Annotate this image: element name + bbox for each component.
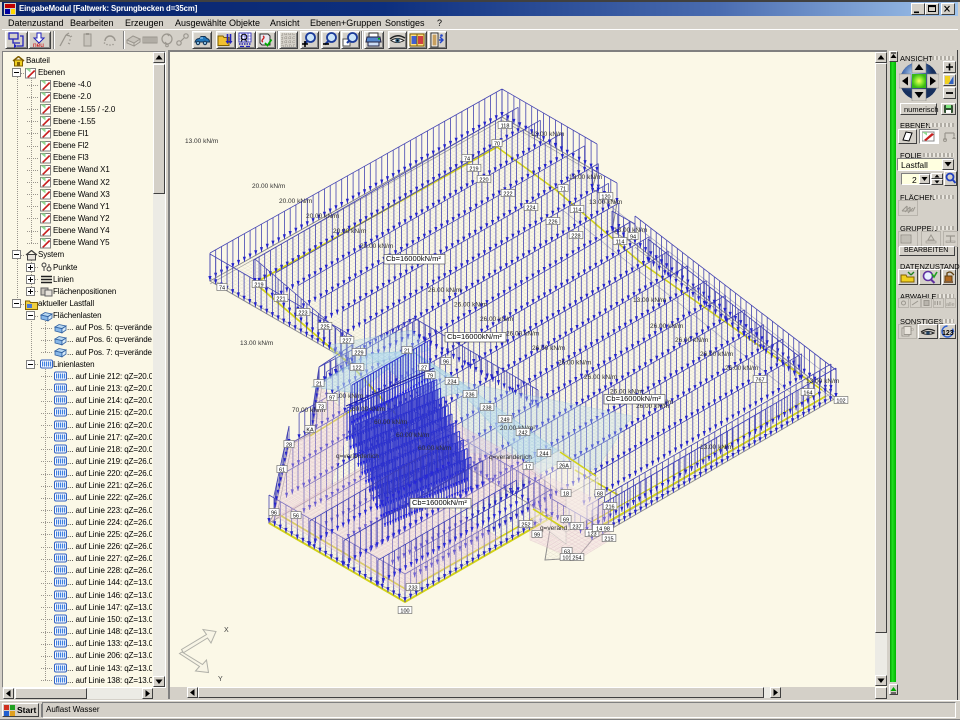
svg-text:223: 223	[298, 310, 307, 316]
svg-text:13.00 kN/m: 13.00 kN/m	[185, 138, 218, 145]
svg-text:20.00 kN/m: 20.00 kN/m	[306, 213, 339, 220]
svg-text:20.00 kN/m: 20.00 kN/m	[333, 228, 366, 235]
svg-text:13.00 kN/m: 13.00 kN/m	[240, 340, 273, 347]
svg-text:26.00 kN/m: 26.00 kN/m	[725, 365, 758, 372]
svg-text:26.00 kN/m: 26.00 kN/m	[532, 345, 565, 352]
svg-text:q=veränderlich: q=veränderlich	[336, 453, 379, 460]
svg-text:229: 229	[354, 350, 363, 356]
svg-text:21: 21	[404, 348, 410, 354]
svg-text:KA: KA	[306, 427, 314, 433]
svg-text:18: 18	[563, 491, 569, 497]
svg-text:26.00 kN/m: 26.00 kN/m	[480, 316, 513, 323]
svg-text:99: 99	[534, 532, 540, 538]
svg-text:q=veränderlich: q=veränderlich	[489, 454, 532, 461]
svg-text:221: 221	[276, 296, 285, 302]
svg-text:224: 224	[526, 205, 535, 211]
svg-text:120: 120	[601, 194, 610, 200]
svg-text:216: 216	[605, 504, 614, 510]
svg-text:238: 238	[482, 405, 491, 411]
svg-text:17: 17	[525, 464, 531, 470]
svg-text:70: 70	[494, 141, 500, 147]
svg-text:13.00 kN/m: 13.00 kN/m	[633, 297, 666, 304]
svg-text:68: 68	[597, 491, 603, 497]
svg-text:74: 74	[219, 285, 225, 291]
svg-text:219: 219	[254, 282, 263, 288]
svg-text:q=veränd...: q=veränd...	[540, 525, 573, 532]
svg-text:26.00 kN/m: 26.00 kN/m	[454, 302, 487, 309]
svg-text:122: 122	[352, 365, 361, 371]
svg-text:767: 767	[755, 377, 764, 383]
svg-text:21: 21	[316, 381, 322, 387]
svg-text:164: 164	[803, 390, 812, 396]
svg-text:26.00 kN/m: 26.00 kN/m	[558, 360, 591, 367]
svg-text:236: 236	[465, 392, 474, 398]
svg-text:226: 226	[548, 219, 557, 225]
svg-text:neu: neu	[33, 42, 44, 48]
svg-text:14 98: 14 98	[596, 526, 610, 532]
svg-text:28: 28	[286, 442, 292, 448]
svg-text:61: 61	[279, 467, 285, 473]
svg-text:20.00 kN/m: 20.00 kN/m	[279, 198, 312, 205]
svg-text:X: X	[224, 627, 229, 634]
svg-text:102: 102	[836, 398, 845, 404]
svg-text:242: 242	[518, 430, 527, 436]
svg-text:215: 215	[604, 536, 613, 542]
svg-text:69: 69	[563, 517, 569, 523]
svg-text:100: 100	[400, 608, 409, 614]
svg-text:60.00 kN/m: 60.00 kN/m	[418, 445, 451, 452]
svg-text:234: 234	[447, 379, 456, 385]
svg-text:26.00 kN/m: 26.00 kN/m	[584, 374, 617, 381]
svg-text:26A: 26A	[559, 463, 569, 469]
svg-text:56: 56	[293, 513, 299, 519]
svg-text:244: 244	[539, 451, 548, 457]
svg-text:26.00 kN/m: 26.00 kN/m	[650, 323, 683, 330]
svg-text:222: 222	[503, 191, 512, 197]
svg-text:225: 225	[320, 324, 329, 330]
svg-text:252: 252	[521, 522, 530, 528]
svg-text:233: 233	[408, 585, 417, 591]
svg-text:60.00 kN/m: 60.00 kN/m	[396, 432, 429, 439]
svg-text:97: 97	[329, 395, 335, 401]
svg-text:Cb=16000kN/m²: Cb=16000kN/m²	[412, 498, 467, 507]
svg-text:74: 74	[464, 156, 470, 162]
svg-text:114: 114	[573, 207, 582, 213]
svg-text:Cb=16000kN/m²: Cb=16000kN/m²	[386, 254, 441, 263]
svg-text:94: 94	[630, 234, 636, 240]
svg-text:26.00 kN/m: 26.00 kN/m	[506, 331, 539, 338]
svg-text:13.00 kN/m: 13.00 kN/m	[700, 444, 733, 451]
svg-text:20.00 kN/m: 20.00 kN/m	[252, 183, 285, 190]
svg-text:60.00 kN/m: 60.00 kN/m	[352, 406, 385, 413]
svg-text:13.00 kN/m: 13.00 kN/m	[806, 378, 839, 385]
svg-text:227: 227	[342, 338, 351, 344]
svg-text:13.00 kN/m: 13.00 kN/m	[531, 131, 564, 138]
svg-text:118: 118	[501, 123, 510, 129]
svg-text:alle: alle	[946, 302, 955, 308]
svg-text:60.00 kN/m: 60.00 kN/m	[374, 419, 407, 426]
svg-text:Cb=16000kN/m²: Cb=16000kN/m²	[447, 332, 502, 341]
svg-text:27: 27	[421, 365, 427, 371]
svg-text:26.00 kN/m: 26.00 kN/m	[675, 337, 708, 344]
svg-text:114: 114	[616, 239, 625, 245]
svg-text:20.00 kN/m: 20.00 kN/m	[360, 243, 393, 250]
svg-text:219: 219	[469, 166, 478, 172]
svg-text:123: 123	[942, 330, 954, 337]
svg-text:249: 249	[500, 417, 509, 423]
svg-text:Cb=16000kN/m²: Cb=16000kN/m²	[606, 394, 661, 403]
svg-text:o: o	[911, 327, 914, 333]
svg-text:26.00 kN/m: 26.00 kN/m	[700, 351, 733, 358]
svg-text:73: 73	[318, 404, 324, 410]
svg-text:79: 79	[427, 373, 433, 379]
svg-text:13.00 kN/m: 13.00 kN/m	[569, 174, 602, 181]
svg-text:228: 228	[571, 233, 580, 239]
svg-text:220: 220	[479, 177, 488, 183]
svg-text:Y: Y	[218, 676, 223, 683]
svg-text:96: 96	[271, 510, 277, 516]
svg-text:26.00 kN/m: 26.00 kN/m	[428, 287, 461, 294]
svg-text:96: 96	[443, 359, 449, 365]
svg-text:254: 254	[572, 555, 581, 561]
svg-text:71: 71	[560, 186, 566, 192]
svg-text:237: 237	[572, 524, 581, 530]
